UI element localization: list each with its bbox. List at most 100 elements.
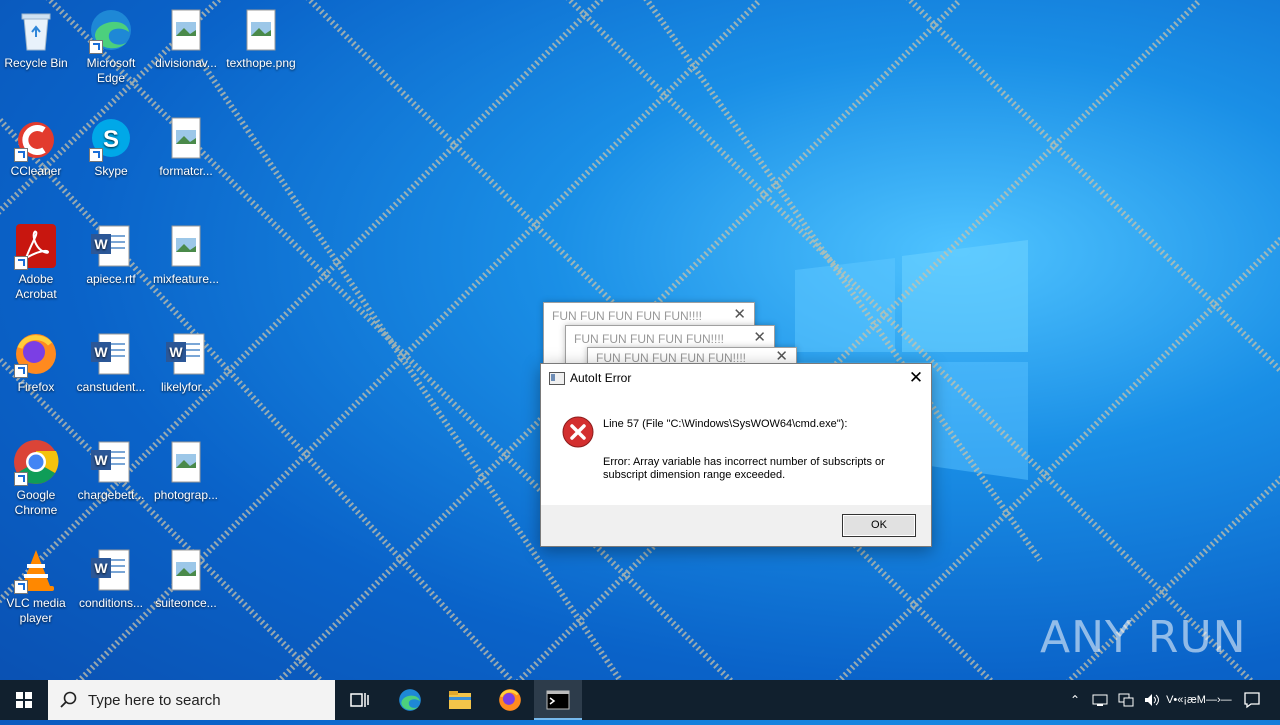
dialog-footer: OK (541, 505, 931, 546)
image-file-icon (246, 9, 276, 51)
network-icon[interactable] (1092, 693, 1108, 707)
close-icon[interactable]: ✕ (753, 328, 766, 346)
desktop-icon-firefox[interactable]: Firefox (0, 330, 72, 395)
image-file-icon (171, 117, 201, 159)
image-file-icon (171, 549, 201, 591)
autoit-app-icon (549, 372, 565, 385)
taskbar-file-explorer[interactable] (436, 680, 484, 720)
task-view-icon (350, 693, 369, 707)
desktop-icon-canstudent[interactable]: W canstudent... (75, 330, 147, 395)
error-location-text: Line 57 (File "C:\Windows\SysWOW64\cmd.e… (603, 418, 848, 430)
shortcut-arrow-icon (14, 580, 28, 594)
start-button[interactable] (0, 680, 48, 720)
chevron-up-icon[interactable]: ⌃ (1070, 693, 1080, 707)
desktop-icon-google-chrome[interactable]: Google Chrome (0, 438, 72, 518)
svg-text:W: W (94, 560, 108, 576)
icon-label: mixfeature... (152, 272, 220, 286)
window-title: FUN FUN FUN FUN FUN!!!! (574, 332, 724, 346)
close-icon[interactable]: ✕ (733, 305, 746, 323)
tray-clock-text[interactable]: V•«¡æM—›— (1166, 694, 1232, 706)
desktop-icon-microsoft-edge[interactable]: Microsoft Edge (75, 6, 147, 86)
image-file-icon (171, 225, 201, 267)
desktop-icon-skype[interactable]: S Skype (75, 114, 147, 179)
icon-label: likelyfor... (160, 380, 211, 394)
icon-label: divisionav... (155, 56, 217, 70)
image-file-icon (171, 9, 201, 51)
command-prompt-icon (546, 690, 570, 710)
desktop-icon-adobe-acrobat[interactable]: Adobe Acrobat (0, 222, 72, 302)
notification-icon (1244, 692, 1260, 709)
folder-icon (449, 691, 471, 709)
desktop-icon-vlc[interactable]: VLC media player (0, 546, 72, 626)
word-document-icon: W (91, 441, 130, 483)
desktop-icon-mixfeature[interactable]: mixfeature... (150, 222, 222, 287)
desktop-icon-chargebett[interactable]: W chargebett... (75, 438, 147, 503)
icon-label: VLC media player (6, 596, 66, 625)
icon-label: CCleaner (10, 164, 62, 178)
icon-label: apiece.rtf (86, 272, 136, 286)
word-document-icon: W (166, 333, 205, 375)
taskbar-search-box[interactable]: Type here to search (48, 680, 335, 720)
icon-label: texthope.png (226, 56, 296, 70)
shortcut-arrow-icon (14, 148, 28, 162)
close-button[interactable]: ✕ (901, 364, 931, 392)
shortcut-arrow-icon (89, 40, 103, 54)
desktop-icon-ccleaner[interactable]: CCleaner (0, 114, 72, 179)
icon-label: Recycle Bin (4, 56, 68, 70)
taskbar-cmd[interactable] (534, 680, 582, 720)
desktop-icon-recycle-bin[interactable]: Recycle Bin (0, 6, 72, 71)
svg-text:S: S (103, 126, 119, 153)
error-message-text: Error: Array variable has incorrect numb… (603, 456, 885, 481)
icon-label: suiteonce... (155, 596, 217, 610)
autoit-error-dialog: AutoIt Error ✕ Line 57 (File "C:\Windows… (540, 363, 932, 547)
firefox-icon (499, 689, 521, 711)
shortcut-arrow-icon (14, 472, 28, 486)
icon-label: Google Chrome (14, 488, 58, 517)
taskbar-edge[interactable] (386, 680, 434, 720)
image-file-icon (171, 441, 201, 483)
shortcut-arrow-icon (14, 364, 28, 378)
icon-label: chargebett... (77, 488, 145, 502)
icon-label: Firefox (17, 380, 55, 394)
desktop-icon-photograp[interactable]: photograp... (150, 438, 222, 503)
taskbar-firefox[interactable] (486, 680, 534, 720)
anyrun-watermark: ANY RUN (1040, 612, 1247, 663)
shortcut-arrow-icon (14, 256, 28, 270)
system-tray: ⌃ V•«¡æM—›— (1070, 680, 1232, 720)
volume-icon[interactable] (1144, 693, 1160, 707)
word-document-icon: W (91, 333, 130, 375)
icon-label: formatcr... (159, 164, 213, 178)
icon-label: Microsoft Edge (86, 56, 136, 85)
windows-start-icon (16, 692, 32, 708)
icon-label: Adobe Acrobat (15, 272, 57, 301)
search-icon (60, 691, 77, 708)
desktop-icon-formatcr[interactable]: formatcr... (150, 114, 222, 179)
word-document-icon: W (91, 225, 130, 267)
icon-label: Skype (94, 164, 128, 178)
dialog-title: AutoIt Error (570, 371, 632, 385)
desktop-icon-apiece-rtf[interactable]: W apiece.rtf (75, 222, 147, 287)
dialog-titlebar[interactable]: AutoIt Error ✕ (541, 364, 931, 392)
svg-text:W: W (169, 344, 183, 360)
desktop-icon-conditions[interactable]: W conditions... (75, 546, 147, 611)
desktop-icon-likelyfor[interactable]: W likelyfor... (150, 330, 222, 395)
display-icon[interactable] (1118, 693, 1134, 707)
icon-label: photograp... (153, 488, 219, 502)
edge-icon (399, 689, 421, 711)
error-icon (562, 416, 594, 448)
desktop-icon-divisionav[interactable]: divisionav... (150, 6, 222, 71)
icon-label: conditions... (78, 596, 144, 610)
word-document-icon: W (91, 549, 130, 591)
ok-button[interactable]: OK (842, 514, 916, 537)
svg-text:W: W (94, 452, 108, 468)
window-title: FUN FUN FUN FUN FUN!!!! (552, 309, 702, 323)
desktop: Recycle Bin CCleaner Adobe Acrobat Firef… (0, 0, 1280, 680)
taskbar: Type here to search ⌃ V•«¡æM—›— (0, 680, 1280, 720)
svg-text:W: W (94, 344, 108, 360)
shortcut-arrow-icon (89, 148, 103, 162)
desktop-icon-suiteonce[interactable]: suiteonce... (150, 546, 222, 611)
svg-text:W: W (94, 236, 108, 252)
notification-center-button[interactable] (1228, 680, 1276, 720)
desktop-icon-texthope[interactable]: texthope.png (225, 6, 297, 71)
task-view-button[interactable] (336, 680, 384, 720)
